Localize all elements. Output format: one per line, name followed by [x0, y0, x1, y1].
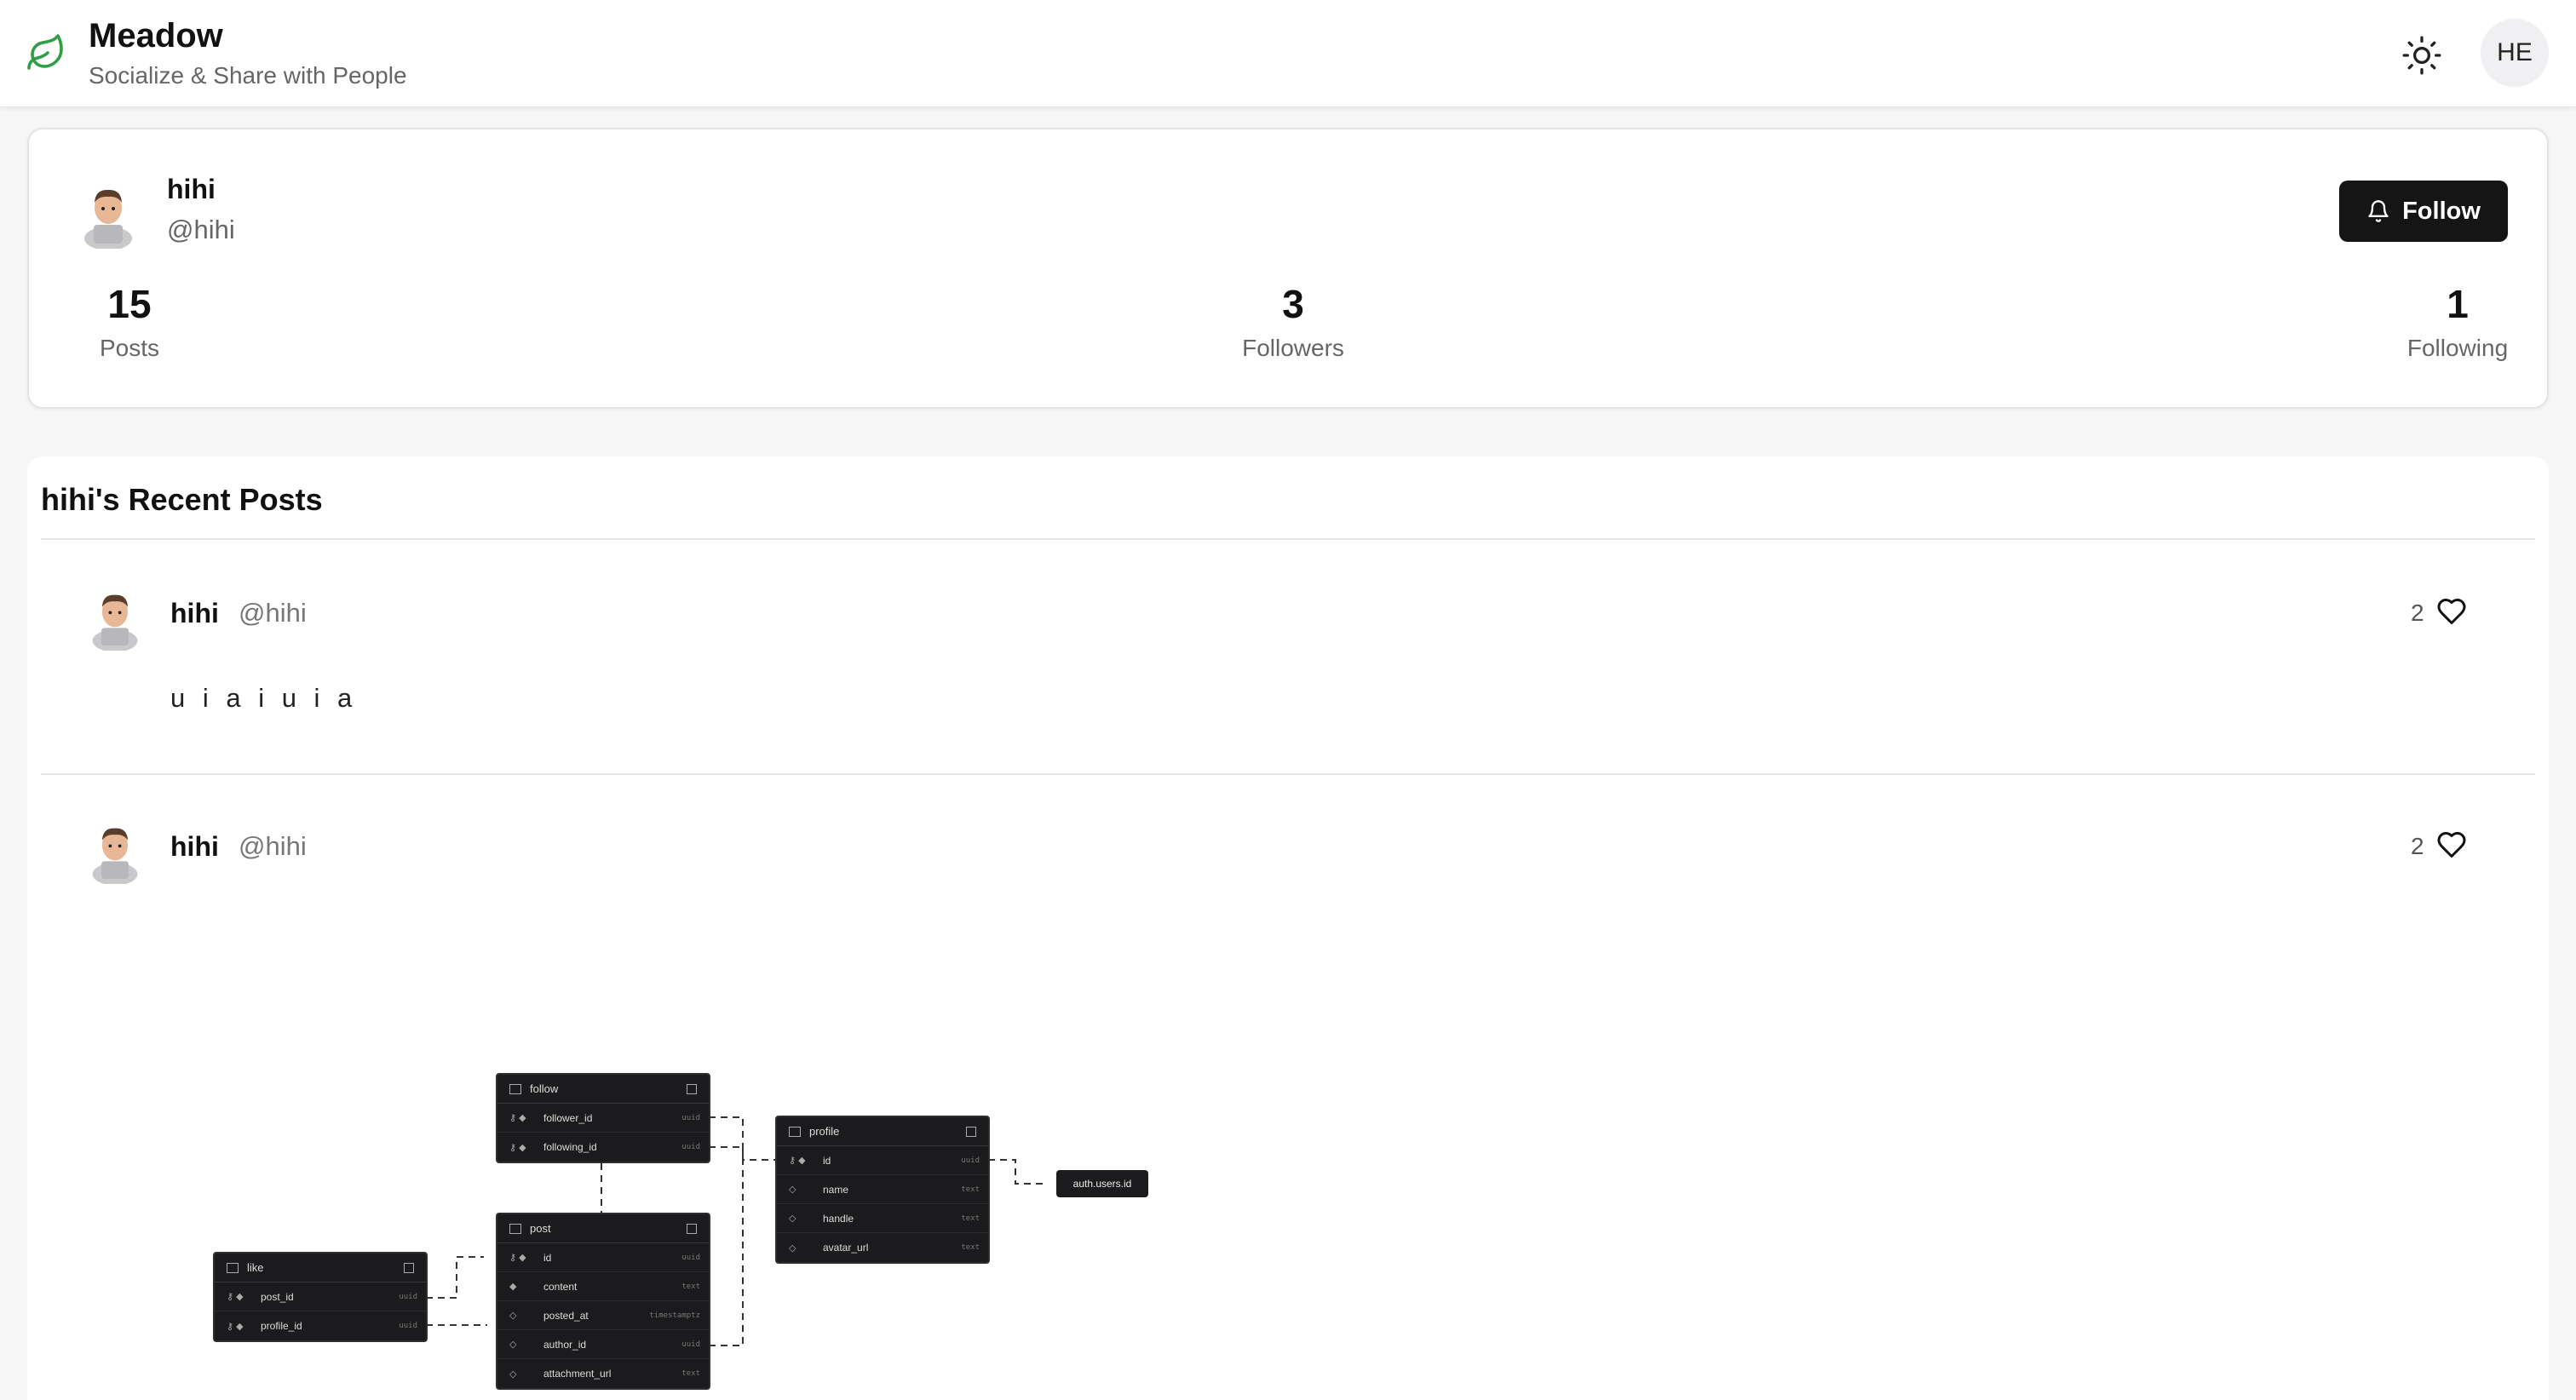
external-link-icon — [687, 1083, 697, 1094]
er-table-name: post — [530, 1222, 551, 1235]
diamond-icon: ◇ — [509, 1368, 517, 1380]
recent-posts-section: hihi's Recent Posts hihi @hihi 2 u i a i… — [27, 456, 2549, 1400]
diamond-icon: ◇ — [509, 1340, 517, 1350]
key-icon: ⚷ ◆ — [227, 1321, 244, 1332]
diamond-icon: ◇ — [789, 1185, 796, 1195]
stat-following-value: 1 — [2447, 282, 2469, 326]
er-type: uuid — [399, 1322, 417, 1330]
er-column: attachment_url — [543, 1368, 612, 1380]
er-type: uuid — [681, 1113, 700, 1122]
stat-followers-value: 3 — [1282, 282, 1304, 326]
er-column: handle — [823, 1212, 854, 1225]
key-icon: ⚷ ◆ — [789, 1156, 806, 1166]
er-type: uuid — [681, 1143, 700, 1151]
er-table-name: like — [247, 1261, 264, 1274]
follow-label: Follow — [2402, 197, 2481, 225]
user-avatar[interactable]: HE — [2481, 19, 2549, 87]
er-type: text — [681, 1282, 700, 1291]
leaf-icon[interactable] — [26, 32, 66, 73]
profile-handle: @hihi — [167, 215, 235, 244]
er-type: uuid — [961, 1156, 980, 1165]
er-table-name: profile — [809, 1125, 840, 1138]
er-type: text — [961, 1214, 980, 1223]
table-icon — [509, 1083, 521, 1094]
er-column: name — [823, 1183, 849, 1196]
profile-avatar — [84, 189, 132, 249]
external-link-icon — [404, 1262, 414, 1273]
er-table-like: like ⚷ ◆ post_id uuid ⚷ ◆ profile_id uuid — [213, 1252, 428, 1342]
er-column: avatar_url — [823, 1242, 869, 1254]
profile-card: hihi @hihi Follow 15 Posts 3 Followers 1… — [27, 128, 2549, 409]
table-icon — [509, 1223, 521, 1234]
diamond-icon: ◇ — [789, 1242, 796, 1254]
er-type: uuid — [399, 1292, 417, 1301]
er-type: text — [961, 1185, 980, 1194]
key-icon: ⚷ ◆ — [509, 1113, 526, 1123]
er-column: id — [823, 1154, 831, 1167]
diamond-icon: ◇ — [509, 1311, 517, 1321]
er-column: post_id — [261, 1290, 294, 1303]
external-link-icon — [966, 1126, 976, 1137]
profile-name: hihi — [167, 174, 216, 204]
stat-posts[interactable]: 15 Posts — [70, 283, 189, 362]
diamond-icon: ◆ — [509, 1282, 517, 1292]
key-icon: ⚷ ◆ — [509, 1142, 526, 1153]
key-icon: ⚷ ◆ — [509, 1253, 526, 1263]
stat-following[interactable]: 1 Following — [2394, 283, 2521, 362]
er-type: uuid — [681, 1340, 700, 1349]
er-table-name: follow — [530, 1082, 559, 1095]
er-table-follow: follow ⚷ ◆ follower_id uuid ⚷ ◆ following_i… — [496, 1073, 710, 1163]
stat-followers[interactable]: 3 Followers — [1208, 283, 1378, 362]
er-column: content — [543, 1280, 578, 1293]
table-icon — [789, 1126, 801, 1137]
follow-button[interactable]: Follow — [2339, 181, 2508, 242]
er-table-profile: profile ⚷ ◆ id uuid ◇ name text ◇ handle text … — [775, 1116, 990, 1264]
external-link-icon — [687, 1223, 697, 1234]
key-icon: ⚷ ◆ — [227, 1292, 244, 1302]
er-type: text — [961, 1243, 980, 1252]
bell-icon — [2368, 200, 2389, 222]
er-column: following_id — [543, 1141, 597, 1153]
er-column: author_id — [543, 1338, 587, 1351]
app-header: Meadow Socialize & Share with People HE — [0, 0, 2576, 107]
er-type: timestamptz — [649, 1311, 700, 1320]
er-column: profile_id — [261, 1320, 302, 1332]
er-column: id — [543, 1251, 552, 1264]
er-table-post: post ⚷ ◆ id uuid ◆ content text ◇ posted_at ti… — [496, 1213, 710, 1390]
app-title: Meadow — [89, 17, 223, 55]
er-column: posted_at — [543, 1309, 589, 1322]
app-subtitle: Socialize & Share with People — [89, 62, 407, 89]
stat-posts-label: Posts — [99, 334, 160, 361]
sun-icon[interactable] — [2401, 34, 2443, 77]
er-column: follower_id — [543, 1111, 593, 1124]
er-type: uuid — [681, 1253, 700, 1262]
table-icon — [227, 1262, 239, 1273]
stat-following-label: Following — [2406, 334, 2509, 361]
er-type: text — [681, 1369, 700, 1378]
er-ref-auth-users: auth.users.id — [1056, 1170, 1148, 1197]
stat-followers-label: Followers — [1242, 334, 1344, 361]
diamond-icon: ◇ — [789, 1214, 796, 1224]
stat-posts-value: 15 — [107, 282, 152, 326]
